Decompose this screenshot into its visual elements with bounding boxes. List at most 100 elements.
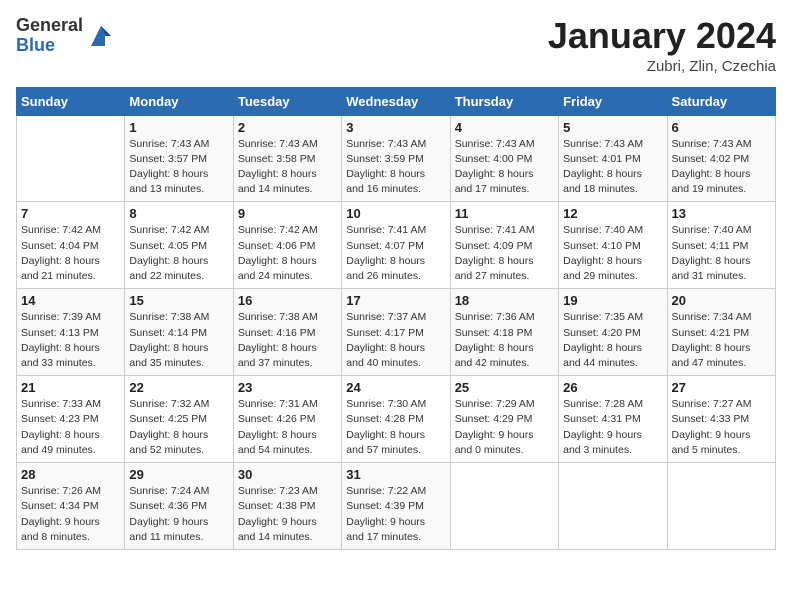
weekday-header: Monday — [125, 87, 233, 115]
day-number: 21 — [21, 380, 120, 395]
day-number: 1 — [129, 120, 228, 135]
day-info: Sunrise: 7:40 AMSunset: 4:10 PMDaylight:… — [563, 223, 662, 284]
calendar-week-row: 28 Sunrise: 7:26 AMSunset: 4:34 PMDayligh… — [17, 463, 776, 550]
day-info: Sunrise: 7:35 AMSunset: 4:20 PMDaylight:… — [563, 310, 662, 371]
day-info: Sunrise: 7:40 AMSunset: 4:11 PMDaylight:… — [672, 223, 771, 284]
calendar-cell — [17, 115, 125, 202]
day-number: 19 — [563, 293, 662, 308]
weekday-header: Thursday — [450, 87, 558, 115]
calendar-cell: 18 Sunrise: 7:36 AMSunset: 4:18 PMDayligh… — [450, 289, 558, 376]
calendar-cell — [450, 463, 558, 550]
day-info: Sunrise: 7:36 AMSunset: 4:18 PMDaylight:… — [455, 310, 554, 371]
calendar-cell — [559, 463, 667, 550]
day-number: 7 — [21, 206, 120, 221]
day-number: 10 — [346, 206, 445, 221]
day-number: 9 — [238, 206, 337, 221]
calendar-cell: 30 Sunrise: 7:23 AMSunset: 4:38 PMDayligh… — [233, 463, 341, 550]
day-info: Sunrise: 7:22 AMSunset: 4:39 PMDaylight:… — [346, 484, 445, 545]
calendar-cell: 6 Sunrise: 7:43 AMSunset: 4:02 PMDaylight… — [667, 115, 775, 202]
calendar-cell: 27 Sunrise: 7:27 AMSunset: 4:33 PMDayligh… — [667, 376, 775, 463]
calendar-week-row: 7 Sunrise: 7:42 AMSunset: 4:04 PMDaylight… — [17, 202, 776, 289]
day-number: 20 — [672, 293, 771, 308]
day-info: Sunrise: 7:32 AMSunset: 4:25 PMDaylight:… — [129, 397, 228, 458]
calendar-cell: 20 Sunrise: 7:34 AMSunset: 4:21 PMDayligh… — [667, 289, 775, 376]
day-info: Sunrise: 7:38 AMSunset: 4:16 PMDaylight:… — [238, 310, 337, 371]
day-info: Sunrise: 7:30 AMSunset: 4:28 PMDaylight:… — [346, 397, 445, 458]
day-number: 31 — [346, 467, 445, 482]
calendar-cell: 4 Sunrise: 7:43 AMSunset: 4:00 PMDaylight… — [450, 115, 558, 202]
day-info: Sunrise: 7:28 AMSunset: 4:31 PMDaylight:… — [563, 397, 662, 458]
day-info: Sunrise: 7:23 AMSunset: 4:38 PMDaylight:… — [238, 484, 337, 545]
day-number: 27 — [672, 380, 771, 395]
day-number: 26 — [563, 380, 662, 395]
weekday-header: Wednesday — [342, 87, 450, 115]
day-info: Sunrise: 7:43 AMSunset: 3:59 PMDaylight:… — [346, 137, 445, 198]
day-number: 12 — [563, 206, 662, 221]
day-number: 24 — [346, 380, 445, 395]
day-number: 18 — [455, 293, 554, 308]
day-info: Sunrise: 7:43 AMSunset: 4:02 PMDaylight:… — [672, 137, 771, 198]
day-number: 11 — [455, 206, 554, 221]
calendar-cell: 14 Sunrise: 7:39 AMSunset: 4:13 PMDayligh… — [17, 289, 125, 376]
day-number: 22 — [129, 380, 228, 395]
weekday-header-row: SundayMondayTuesdayWednesdayThursdayFrid… — [17, 87, 776, 115]
day-info: Sunrise: 7:31 AMSunset: 4:26 PMDaylight:… — [238, 397, 337, 458]
logo-blue-text: Blue — [16, 36, 83, 56]
logo-icon — [87, 22, 115, 50]
calendar-week-row: 1 Sunrise: 7:43 AMSunset: 3:57 PMDaylight… — [17, 115, 776, 202]
day-number: 23 — [238, 380, 337, 395]
day-number: 4 — [455, 120, 554, 135]
day-number: 5 — [563, 120, 662, 135]
day-info: Sunrise: 7:27 AMSunset: 4:33 PMDaylight:… — [672, 397, 771, 458]
calendar-cell: 9 Sunrise: 7:42 AMSunset: 4:06 PMDaylight… — [233, 202, 341, 289]
day-info: Sunrise: 7:43 AMSunset: 3:57 PMDaylight:… — [129, 137, 228, 198]
calendar-cell: 21Sunrise: 7:33 AMSunset: 4:23 PMDayligh… — [17, 376, 125, 463]
weekday-header: Friday — [559, 87, 667, 115]
day-info: Sunrise: 7:42 AMSunset: 4:05 PMDaylight:… — [129, 223, 228, 284]
day-number: 6 — [672, 120, 771, 135]
calendar-cell: 2Sunrise: 7:43 AMSunset: 3:58 PMDaylight… — [233, 115, 341, 202]
calendar-cell: 28 Sunrise: 7:26 AMSunset: 4:34 PMDayligh… — [17, 463, 125, 550]
day-info: Sunrise: 7:37 AMSunset: 4:17 PMDaylight:… — [346, 310, 445, 371]
day-number: 15 — [129, 293, 228, 308]
day-number: 30 — [238, 467, 337, 482]
day-info: Sunrise: 7:39 AMSunset: 4:13 PMDaylight:… — [21, 310, 120, 371]
page-header: General Blue January 2024 Zubri, Zlin, C… — [16, 16, 776, 75]
calendar-cell: 19 Sunrise: 7:35 AMSunset: 4:20 PMDayligh… — [559, 289, 667, 376]
calendar-cell: 10Sunrise: 7:41 AMSunset: 4:07 PMDayligh… — [342, 202, 450, 289]
day-number: 28 — [21, 467, 120, 482]
title-block: January 2024 Zubri, Zlin, Czechia — [548, 16, 776, 75]
day-info: Sunrise: 7:42 AMSunset: 4:04 PMDaylight:… — [21, 223, 120, 284]
weekday-header: Tuesday — [233, 87, 341, 115]
calendar-cell: 12 Sunrise: 7:40 AMSunset: 4:10 PMDayligh… — [559, 202, 667, 289]
month-title: January 2024 — [548, 16, 776, 56]
calendar-cell: 15 Sunrise: 7:38 AMSunset: 4:14 PMDayligh… — [125, 289, 233, 376]
calendar-cell: 7 Sunrise: 7:42 AMSunset: 4:04 PMDaylight… — [17, 202, 125, 289]
calendar-table: SundayMondayTuesdayWednesdayThursdayFrid… — [16, 87, 776, 550]
day-info: Sunrise: 7:24 AMSunset: 4:36 PMDaylight:… — [129, 484, 228, 545]
calendar-cell: 26 Sunrise: 7:28 AMSunset: 4:31 PMDayligh… — [559, 376, 667, 463]
day-number: 14 — [21, 293, 120, 308]
calendar-cell: 16 Sunrise: 7:38 AMSunset: 4:16 PMDayligh… — [233, 289, 341, 376]
day-number: 8 — [129, 206, 228, 221]
day-info: Sunrise: 7:43 AMSunset: 4:00 PMDaylight:… — [455, 137, 554, 198]
calendar-week-row: 14 Sunrise: 7:39 AMSunset: 4:13 PMDayligh… — [17, 289, 776, 376]
day-info: Sunrise: 7:26 AMSunset: 4:34 PMDaylight:… — [21, 484, 120, 545]
day-info: Sunrise: 7:38 AMSunset: 4:14 PMDaylight:… — [129, 310, 228, 371]
calendar-cell: 17Sunrise: 7:37 AMSunset: 4:17 PMDayligh… — [342, 289, 450, 376]
day-info: Sunrise: 7:41 AMSunset: 4:09 PMDaylight:… — [455, 223, 554, 284]
day-number: 25 — [455, 380, 554, 395]
calendar-cell: 11 Sunrise: 7:41 AMSunset: 4:09 PMDayligh… — [450, 202, 558, 289]
day-info: Sunrise: 7:34 AMSunset: 4:21 PMDaylight:… — [672, 310, 771, 371]
calendar-cell: 5 Sunrise: 7:43 AMSunset: 4:01 PMDaylight… — [559, 115, 667, 202]
calendar-cell: 23 Sunrise: 7:31 AMSunset: 4:26 PMDayligh… — [233, 376, 341, 463]
day-info: Sunrise: 7:42 AMSunset: 4:06 PMDaylight:… — [238, 223, 337, 284]
calendar-cell: 31 Sunrise: 7:22 AMSunset: 4:39 PMDayligh… — [342, 463, 450, 550]
location-text: Zubri, Zlin, Czechia — [548, 58, 776, 75]
calendar-cell: 8 Sunrise: 7:42 AMSunset: 4:05 PMDaylight… — [125, 202, 233, 289]
calendar-cell: 13 Sunrise: 7:40 AMSunset: 4:11 PMDayligh… — [667, 202, 775, 289]
day-info: Sunrise: 7:43 AMSunset: 4:01 PMDaylight:… — [563, 137, 662, 198]
day-number: 13 — [672, 206, 771, 221]
calendar-cell: 22 Sunrise: 7:32 AMSunset: 4:25 PMDayligh… — [125, 376, 233, 463]
day-number: 16 — [238, 293, 337, 308]
